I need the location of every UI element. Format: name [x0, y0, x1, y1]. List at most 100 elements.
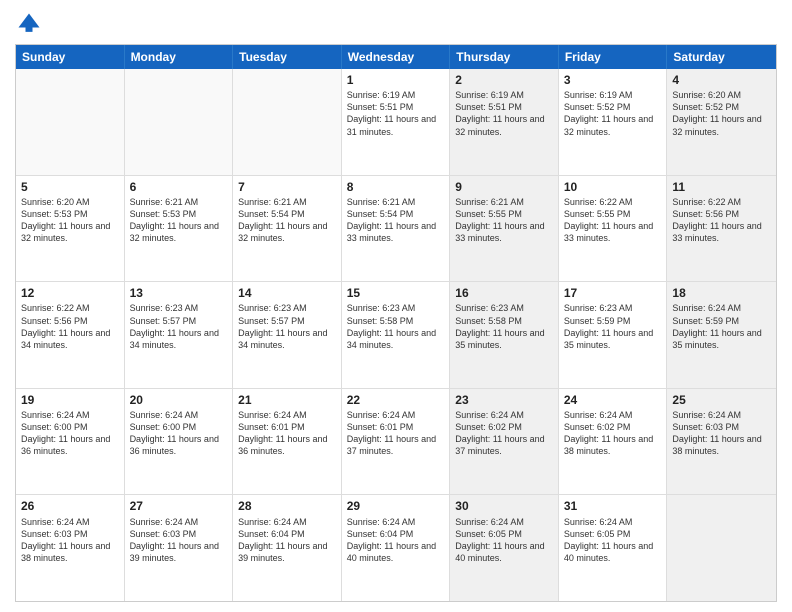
day-number: 20	[130, 392, 228, 408]
cell-info: Sunrise: 6:23 AM Sunset: 5:59 PM Dayligh…	[564, 302, 662, 351]
day-number: 28	[238, 498, 336, 514]
table-row: 16Sunrise: 6:23 AM Sunset: 5:58 PM Dayli…	[450, 282, 559, 388]
cell-info: Sunrise: 6:24 AM Sunset: 6:01 PM Dayligh…	[347, 409, 445, 458]
cell-info: Sunrise: 6:23 AM Sunset: 5:58 PM Dayligh…	[455, 302, 553, 351]
cell-info: Sunrise: 6:24 AM Sunset: 6:03 PM Dayligh…	[672, 409, 771, 458]
calendar-row-0: 1Sunrise: 6:19 AM Sunset: 5:51 PM Daylig…	[16, 69, 776, 175]
table-row	[233, 69, 342, 175]
day-header-tuesday: Tuesday	[233, 45, 342, 69]
cell-info: Sunrise: 6:24 AM Sunset: 6:05 PM Dayligh…	[564, 516, 662, 565]
day-number: 12	[21, 285, 119, 301]
table-row: 21Sunrise: 6:24 AM Sunset: 6:01 PM Dayli…	[233, 389, 342, 495]
cell-info: Sunrise: 6:21 AM Sunset: 5:53 PM Dayligh…	[130, 196, 228, 245]
day-number: 30	[455, 498, 553, 514]
table-row: 27 Sunrise: 6:24 AM Sunset: 6:03 PM Dayli…	[125, 495, 234, 601]
cell-info: Sunrise: 6:21 AM Sunset: 5:54 PM Dayligh…	[347, 196, 445, 245]
cell-info: Sunrise: 6:20 AM Sunset: 5:53 PM Dayligh…	[21, 196, 119, 245]
table-row	[125, 69, 234, 175]
table-row: 24Sunrise: 6:24 AM Sunset: 6:02 PM Dayli…	[559, 389, 668, 495]
cell-info: Sunrise: 6:24 AM Sunset: 6:03 PM Dayligh…	[21, 516, 119, 565]
table-row: 13Sunrise: 6:23 AM Sunset: 5:57 PM Dayli…	[125, 282, 234, 388]
cell-info: Sunrise: 6:24 AM Sunset: 6:04 PM Dayligh…	[347, 516, 445, 565]
day-number: 25	[672, 392, 771, 408]
day-header-sunday: Sunday	[16, 45, 125, 69]
day-header-wednesday: Wednesday	[342, 45, 451, 69]
table-row: 23Sunrise: 6:24 AM Sunset: 6:02 PM Dayli…	[450, 389, 559, 495]
cell-info: Sunrise: 6:23 AM Sunset: 5:57 PM Dayligh…	[238, 302, 336, 351]
table-row: 22Sunrise: 6:24 AM Sunset: 6:01 PM Dayli…	[342, 389, 451, 495]
table-row	[16, 69, 125, 175]
day-number: 24	[564, 392, 662, 408]
cell-info: Sunrise: 6:24 AM Sunset: 6:02 PM Dayligh…	[455, 409, 553, 458]
table-row: 1Sunrise: 6:19 AM Sunset: 5:51 PM Daylig…	[342, 69, 451, 175]
cell-info: Sunrise: 6:23 AM Sunset: 5:58 PM Dayligh…	[347, 302, 445, 351]
day-number: 18	[672, 285, 771, 301]
table-row: 26 Sunrise: 6:24 AM Sunset: 6:03 PM Dayli…	[16, 495, 125, 601]
day-number: 26	[21, 498, 119, 514]
cell-info: Sunrise: 6:24 AM Sunset: 6:00 PM Dayligh…	[130, 409, 228, 458]
calendar-row-2: 12Sunrise: 6:22 AM Sunset: 5:56 PM Dayli…	[16, 281, 776, 388]
day-number: 7	[238, 179, 336, 195]
day-number: 9	[455, 179, 553, 195]
table-row: 3Sunrise: 6:19 AM Sunset: 5:52 PM Daylig…	[559, 69, 668, 175]
table-row: 18Sunrise: 6:24 AM Sunset: 5:59 PM Dayli…	[667, 282, 776, 388]
day-header-saturday: Saturday	[667, 45, 776, 69]
day-number: 3	[564, 72, 662, 88]
table-row	[667, 495, 776, 601]
day-number: 13	[130, 285, 228, 301]
table-row: 8Sunrise: 6:21 AM Sunset: 5:54 PM Daylig…	[342, 176, 451, 282]
table-row: 14Sunrise: 6:23 AM Sunset: 5:57 PM Dayli…	[233, 282, 342, 388]
day-number: 6	[130, 179, 228, 195]
cell-info: Sunrise: 6:24 AM Sunset: 6:00 PM Dayligh…	[21, 409, 119, 458]
cell-info: Sunrise: 6:24 AM Sunset: 6:04 PM Dayligh…	[238, 516, 336, 565]
day-number: 1	[347, 72, 445, 88]
table-row: 2Sunrise: 6:19 AM Sunset: 5:51 PM Daylig…	[450, 69, 559, 175]
day-number: 22	[347, 392, 445, 408]
table-row: 31 Sunrise: 6:24 AM Sunset: 6:05 PM Dayli…	[559, 495, 668, 601]
calendar-body: 1Sunrise: 6:19 AM Sunset: 5:51 PM Daylig…	[16, 69, 776, 601]
header	[15, 10, 777, 38]
table-row: 25Sunrise: 6:24 AM Sunset: 6:03 PM Dayli…	[667, 389, 776, 495]
cell-info: Sunrise: 6:24 AM Sunset: 6:01 PM Dayligh…	[238, 409, 336, 458]
table-row: 15Sunrise: 6:23 AM Sunset: 5:58 PM Dayli…	[342, 282, 451, 388]
day-number: 5	[21, 179, 119, 195]
cell-info: Sunrise: 6:19 AM Sunset: 5:51 PM Dayligh…	[347, 89, 445, 138]
cell-info: Sunrise: 6:19 AM Sunset: 5:51 PM Dayligh…	[455, 89, 553, 138]
day-number: 2	[455, 72, 553, 88]
cell-info: Sunrise: 6:22 AM Sunset: 5:56 PM Dayligh…	[672, 196, 771, 245]
cell-info: Sunrise: 6:22 AM Sunset: 5:55 PM Dayligh…	[564, 196, 662, 245]
day-number: 8	[347, 179, 445, 195]
day-number: 19	[21, 392, 119, 408]
day-number: 23	[455, 392, 553, 408]
day-header-thursday: Thursday	[450, 45, 559, 69]
day-number: 21	[238, 392, 336, 408]
day-number: 31	[564, 498, 662, 514]
calendar-header: SundayMondayTuesdayWednesdayThursdayFrid…	[16, 45, 776, 69]
cell-info: Sunrise: 6:22 AM Sunset: 5:56 PM Dayligh…	[21, 302, 119, 351]
cell-info: Sunrise: 6:24 AM Sunset: 6:03 PM Dayligh…	[130, 516, 228, 565]
table-row: 29 Sunrise: 6:24 AM Sunset: 6:04 PM Dayli…	[342, 495, 451, 601]
page: SundayMondayTuesdayWednesdayThursdayFrid…	[0, 0, 792, 612]
table-row: 10Sunrise: 6:22 AM Sunset: 5:55 PM Dayli…	[559, 176, 668, 282]
day-number: 16	[455, 285, 553, 301]
table-row: 28 Sunrise: 6:24 AM Sunset: 6:04 PM Dayli…	[233, 495, 342, 601]
table-row: 7Sunrise: 6:21 AM Sunset: 5:54 PM Daylig…	[233, 176, 342, 282]
day-number: 27	[130, 498, 228, 514]
table-row: 9Sunrise: 6:21 AM Sunset: 5:55 PM Daylig…	[450, 176, 559, 282]
logo	[15, 10, 47, 38]
table-row: 30 Sunrise: 6:24 AM Sunset: 6:05 PM Dayli…	[450, 495, 559, 601]
table-row: 6Sunrise: 6:21 AM Sunset: 5:53 PM Daylig…	[125, 176, 234, 282]
table-row: 4Sunrise: 6:20 AM Sunset: 5:52 PM Daylig…	[667, 69, 776, 175]
cell-info: Sunrise: 6:24 AM Sunset: 6:05 PM Dayligh…	[455, 516, 553, 565]
day-number: 14	[238, 285, 336, 301]
table-row: 19Sunrise: 6:24 AM Sunset: 6:00 PM Dayli…	[16, 389, 125, 495]
table-row: 11Sunrise: 6:22 AM Sunset: 5:56 PM Dayli…	[667, 176, 776, 282]
table-row: 12Sunrise: 6:22 AM Sunset: 5:56 PM Dayli…	[16, 282, 125, 388]
day-number: 29	[347, 498, 445, 514]
table-row: 17Sunrise: 6:23 AM Sunset: 5:59 PM Dayli…	[559, 282, 668, 388]
day-number: 4	[672, 72, 771, 88]
cell-info: Sunrise: 6:20 AM Sunset: 5:52 PM Dayligh…	[672, 89, 771, 138]
cell-info: Sunrise: 6:21 AM Sunset: 5:54 PM Dayligh…	[238, 196, 336, 245]
logo-icon	[15, 10, 43, 38]
cell-info: Sunrise: 6:24 AM Sunset: 6:02 PM Dayligh…	[564, 409, 662, 458]
